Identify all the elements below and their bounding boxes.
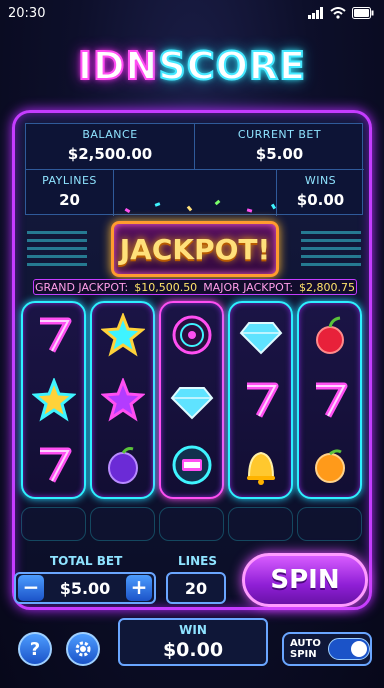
cherry-icon — [306, 311, 354, 359]
seven-icon — [237, 376, 285, 424]
total-bet-stepper: − $5.00 + — [14, 572, 156, 604]
grand-jackpot-label: GRAND JACKPOT: — [34, 280, 129, 294]
reel-4 — [228, 301, 293, 499]
game-logo: IDN SCORE — [0, 40, 384, 92]
settings-button[interactable] — [66, 632, 100, 666]
auto-spin-label: AUTO SPIN — [290, 638, 321, 660]
major-jackpot-value: $2,800.75 — [299, 280, 356, 294]
current-bet-label: CURRENT BET — [237, 128, 322, 141]
reel-1 — [21, 301, 86, 499]
wins-label: WINS — [304, 174, 337, 187]
info-panel: BALANCE $2,500.00 CURRENT BET $5.00 PAYL… — [25, 123, 364, 216]
star-icon — [99, 311, 147, 359]
current-bet-value: $5.00 — [255, 145, 304, 163]
bet-increase-button[interactable]: + — [125, 575, 152, 601]
gear-icon — [75, 641, 91, 657]
slot-machine-frame: BALANCE $2,500.00 CURRENT BET $5.00 PAYL… — [12, 110, 372, 610]
wins-cell: WINS $0.00 — [276, 170, 364, 216]
reel-2 — [90, 301, 155, 499]
balance-label: BALANCE — [82, 128, 138, 141]
total-bet-label: TOTAL BET — [50, 554, 123, 568]
bell-icon — [237, 441, 285, 489]
balance-value: $2,500.00 — [67, 145, 153, 163]
total-bet-value: $5.00 — [59, 578, 111, 598]
current-bet-cell: CURRENT BET $5.00 — [195, 124, 364, 170]
major-jackpot-label: MAJOR JACKPOT: — [203, 280, 294, 294]
win-label: WIN — [179, 623, 207, 637]
star-icon — [99, 376, 147, 424]
auto-spin-toggle[interactable] — [328, 638, 370, 660]
diamond-icon — [168, 376, 216, 424]
plum-icon — [99, 441, 147, 489]
toggle-knob — [351, 641, 367, 657]
status-time: 20:30 — [8, 5, 46, 21]
paylines-cell: PAYLINES 20 — [26, 170, 114, 216]
reel-5 — [297, 301, 362, 499]
grand-jackpot-value: $10,500.50 — [134, 280, 198, 294]
help-button[interactable]: ? — [18, 632, 52, 666]
jackpot-bar: GRAND JACKPOT: $10,500.50 MAJOR JACKPOT:… — [33, 279, 357, 295]
lines-label: LINES — [178, 554, 217, 568]
lines-field[interactable]: 20 — [166, 572, 226, 604]
spin-button[interactable]: SPIN — [242, 553, 368, 607]
battery-icon — [352, 7, 374, 19]
reel-3 — [159, 301, 224, 499]
seven-icon — [30, 311, 78, 359]
win-display: WIN $0.00 — [118, 618, 268, 666]
jackpot-sign: JACKPOT! — [111, 221, 279, 277]
logo-part-idn: IDN — [77, 43, 159, 89]
status-bar: 20:30 — [0, 0, 384, 26]
slot-machine-icon — [168, 441, 216, 489]
seven-icon — [30, 441, 78, 489]
star-icon — [30, 376, 78, 424]
balance-cell: BALANCE $2,500.00 — [26, 124, 195, 170]
diamond-icon — [237, 311, 285, 359]
logo-part-score: SCORE — [157, 43, 307, 89]
bet-decrease-button[interactable]: − — [18, 575, 44, 601]
wins-value: $0.00 — [296, 191, 345, 209]
stage-lights-left — [27, 231, 87, 267]
auto-spin-control: AUTO SPIN — [282, 632, 372, 666]
win-value: $0.00 — [162, 639, 224, 661]
seven-icon — [306, 376, 354, 424]
reels — [21, 301, 363, 499]
stage-lights-right — [301, 231, 361, 267]
bonus-wheel-icon — [168, 311, 216, 359]
orange-icon — [306, 441, 354, 489]
reel-reflection — [21, 507, 363, 541]
help-icon: ? — [29, 638, 41, 660]
wifi-icon — [330, 7, 346, 19]
signal-icon — [308, 7, 323, 19]
paylines-label: PAYLINES — [42, 174, 97, 187]
paylines-value: 20 — [59, 191, 80, 209]
